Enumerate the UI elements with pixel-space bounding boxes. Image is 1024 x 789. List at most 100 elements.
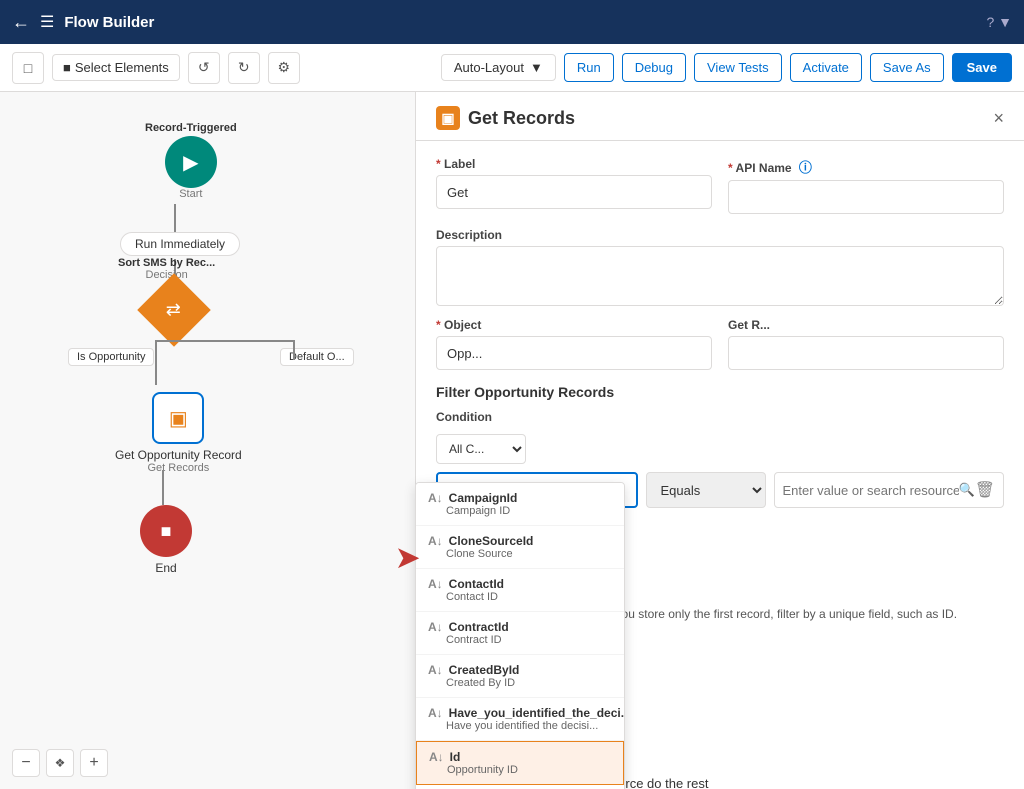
panel-header: ▣ Get Records × [416,92,1024,141]
panel-title: ▣ Get Records [436,106,575,130]
fit-button[interactable]: ❖ [46,749,74,777]
sort-sms-label: Sort SMS by Rec... Decision [118,257,215,281]
activate-button[interactable]: Activate [790,53,862,82]
dropdown-item[interactable]: A↓Have_you_identified_the_deci...Have yo… [416,698,624,741]
dropdown-item[interactable]: A↓ContactIdContact ID [416,569,624,612]
view-tests-button[interactable]: View Tests [694,53,782,82]
select-elements-button[interactable]: ■ Select Elements [52,54,180,81]
field-dropdown[interactable]: A↓CampaignIdCampaign IDA↓CloneSourceIdCl… [415,482,625,789]
start-node: Record-Triggered ▶ Start [145,122,237,200]
dropdown-item-main: A↓CreatedById [428,663,612,677]
connector-5 [293,340,295,360]
panel-title-icon: ▣ [436,106,460,130]
debug-button[interactable]: Debug [622,53,686,82]
chevron-down-icon: ▼ [530,60,543,75]
description-input[interactable] [436,246,1004,306]
field-type-icon: A↓ [428,577,443,591]
main-toolbar: □ ■ Select Elements ↺ ↻ ⚙ Auto-Layout ▼ … [0,44,1024,92]
condition-group: Condition All C... [436,410,526,464]
get-r-input[interactable] [728,336,1004,370]
label-api-row: * Label * API Name ⓘ Get_Opportunity_Rec… [436,157,1004,214]
dropdown-item[interactable]: A↓IdOpportunity ID [416,741,624,785]
panel-close-button[interactable]: × [993,108,1004,129]
search-icon: 🔍 [959,482,975,498]
undo-button[interactable]: ↺ [188,52,220,84]
description-group: Description [436,228,1004,306]
bottom-toolbar: − ❖ + [12,749,108,777]
help-icon[interactable]: ? ▼ [986,14,1012,30]
get-opportunity-node[interactable]: ▣ Get Opportunity Record Get Records [115,392,242,474]
object-label: * Object [436,318,712,332]
app-title: Flow Builder [64,14,976,31]
field-type-icon: A↓ [429,750,444,764]
field-type-icon: A↓ [428,620,443,634]
field-type-icon: A↓ [428,491,443,505]
elements-icon: ■ [63,60,71,75]
value-input[interactable] [783,483,959,498]
save-button[interactable]: Save [952,53,1012,82]
dropdown-item[interactable]: A↓ContractIdContract ID [416,612,624,655]
start-icon[interactable]: ▶ [165,136,217,188]
dropdown-item-sub: Contract ID [428,634,612,646]
flow-canvas: Record-Triggered ▶ Start Run Immediately… [0,92,420,789]
menu-icon[interactable]: ☰ [40,12,54,32]
is-opportunity-label: Is Opportunity [68,348,154,366]
start-sublabel: Start [179,188,202,200]
sort-sms-title: Sort SMS by Rec... [118,257,215,269]
zoom-out-button[interactable]: − [12,749,40,777]
api-name-input[interactable]: Get_Opportunity_Record [728,180,1004,214]
back-button[interactable]: ← [12,12,30,33]
dropdown-item-sub: Have you identified the decisi... [428,720,612,732]
dropdown-item-sub: Opportunity ID [429,764,611,776]
connector-6 [162,470,164,505]
dropdown-item-main: A↓Id [429,750,611,764]
label-field-label: * Label [436,157,712,171]
decision-diamond[interactable]: ⇄ [148,284,200,336]
label-group: * Label [436,157,712,214]
connector-3 [155,340,157,385]
red-arrow-indicator: ➤ [396,541,419,574]
dropdown-item[interactable]: A↓CreatedByIdCreated By ID [416,655,624,698]
run-button[interactable]: Run [564,53,614,82]
dropdown-item-main: A↓CloneSourceId [428,534,612,548]
canvas-toggle-button[interactable]: □ [12,52,44,84]
description-label: Description [436,228,1004,242]
get-record-sublabel: Get Records [147,462,209,474]
get-record-icon[interactable]: ▣ [152,392,204,444]
value-input-wrap: 🔍 🗑 [774,472,1005,508]
save-as-button[interactable]: Save As [870,53,944,82]
dropdown-item-sub: Created By ID [428,677,612,689]
delete-icon[interactable]: 🗑 [975,480,995,500]
auto-layout-button[interactable]: Auto-Layout ▼ [441,54,556,81]
get-r-group: Get R... [728,318,1004,370]
end-icon[interactable]: ■ [140,505,192,557]
dropdown-item[interactable]: A↓intuit_apps_invoiceId_cIntuit Invoice … [416,785,624,789]
dropdown-item[interactable]: A↓CloneSourceIdClone Source [416,526,624,569]
settings-button[interactable]: ⚙ [268,52,300,84]
end-label: End [155,561,176,575]
condition-select[interactable]: All C... [436,434,526,464]
dropdown-item-main: A↓ContactId [428,577,612,591]
api-name-group: * API Name ⓘ Get_Opportunity_Record [728,157,1004,214]
app-header: ← ☰ Flow Builder ? ▼ [0,0,1024,44]
dropdown-item-sub: Clone Source [428,548,612,560]
run-immediately-node[interactable]: Run Immediately [120,232,240,256]
start-label: Record-Triggered [145,122,237,134]
dropdown-item-sub: Campaign ID [428,505,612,517]
api-name-info-icon: ⓘ [799,160,812,175]
zoom-in-button[interactable]: + [80,749,108,777]
field-type-icon: A↓ [428,706,443,720]
object-input[interactable] [436,336,712,370]
operator-select[interactable]: Equals Not Equal To Less Than Greater Th… [646,472,766,508]
sort-warning: △ If you store only the first record, fi… [588,605,957,623]
filter-section-title: Filter Opportunity Records [436,384,1004,400]
connector-1 [174,204,176,232]
label-input[interactable] [436,175,712,209]
redo-button[interactable]: ↻ [228,52,260,84]
api-name-label: * API Name ⓘ [728,157,1004,176]
field-type-icon: A↓ [428,663,443,677]
canvas-area: Record-Triggered ▶ Start Run Immediately… [0,92,1024,789]
run-immediately-label[interactable]: Run Immediately [120,232,240,256]
dropdown-item[interactable]: A↓CampaignIdCampaign ID [416,483,624,526]
dropdown-item-main: A↓ContractId [428,620,612,634]
